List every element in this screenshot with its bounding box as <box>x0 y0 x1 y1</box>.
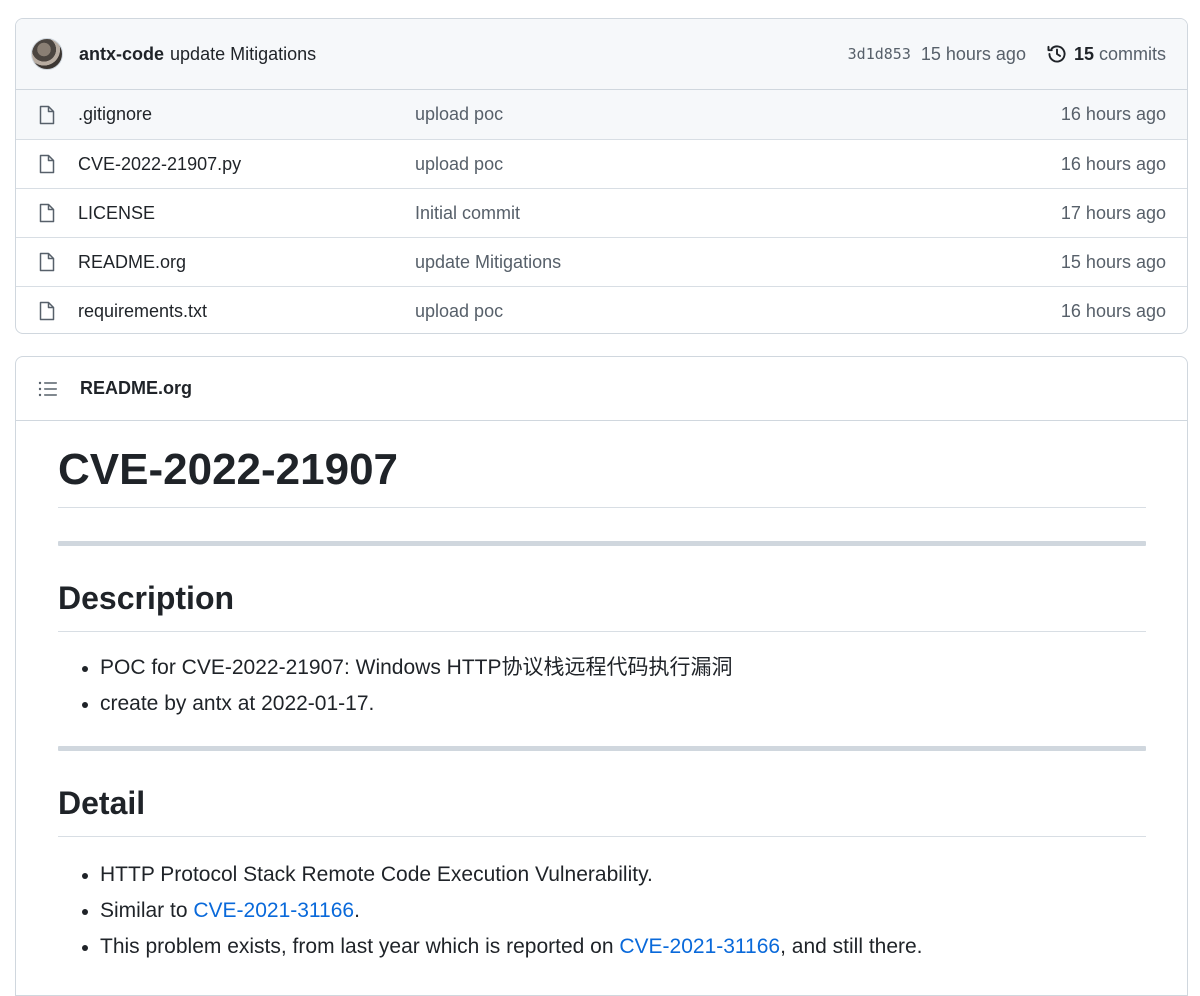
author-avatar[interactable] <box>31 38 63 70</box>
readme-panel: README.org CVE-2022-21907 Description PO… <box>15 356 1188 996</box>
file-age: 15 hours ago <box>1060 251 1166 272</box>
readme-article: CVE-2022-21907 Description POC for CVE-2… <box>58 422 1146 965</box>
file-name-link[interactable]: README.org <box>78 252 415 273</box>
file-name-link[interactable]: CVE-2022-21907.py <box>78 154 415 175</box>
commits-history-link[interactable]: 15 commits <box>1046 43 1166 65</box>
list-item-text: . <box>354 899 360 922</box>
file-commit-link[interactable]: upload poc <box>415 154 1061 175</box>
list-item-text: , and still there. <box>780 935 923 958</box>
file-icon <box>38 105 56 125</box>
file-commit-link[interactable]: update Mitigations <box>415 252 1061 273</box>
file-icon <box>38 203 56 223</box>
file-age: 16 hours ago <box>1060 104 1166 124</box>
file-browser: antx-code update Mitigations 3d1d853 15 … <box>15 18 1188 334</box>
commit-message-link[interactable]: update Mitigations <box>170 44 316 65</box>
file-age: 17 hours ago <box>1060 202 1166 223</box>
readme-filename-link[interactable]: README.org <box>80 378 192 399</box>
readme-header: README.org <box>16 357 1187 421</box>
list-item: Similar to CVE-2021-31166. <box>100 893 1146 929</box>
file-name-link[interactable]: .gitignore <box>78 104 415 125</box>
file-row[interactable]: requirements.txt upload poc 16 hours ago <box>16 286 1187 333</box>
commit-time: 15 hours ago <box>920 43 1026 64</box>
commits-label: commits <box>1099 43 1166 64</box>
cve-2021-31166-link[interactable]: CVE-2021-31166 <box>619 935 780 958</box>
list-item: POC for CVE-2022-21907: Windows HTTP协议栈远… <box>100 650 1146 686</box>
commits-count: 15 <box>1073 43 1094 64</box>
list-item-text: Similar to <box>100 899 194 922</box>
file-row[interactable]: README.org update Mitigations 15 hours a… <box>16 237 1187 286</box>
list-item-text: HTTP Protocol Stack Remote Code Executio… <box>100 863 653 886</box>
list-unordered-icon[interactable] <box>38 381 58 397</box>
file-row[interactable]: LICENSE Initial commit 17 hours ago <box>16 188 1187 237</box>
history-icon <box>1047 45 1066 63</box>
file-icon <box>38 252 56 272</box>
file-icon <box>38 154 56 174</box>
detail-list: HTTP Protocol Stack Remote Code Executio… <box>58 857 1146 965</box>
section-heading-detail: Detail <box>58 785 1146 837</box>
cve-2021-31166-link[interactable]: CVE-2021-31166 <box>193 899 354 922</box>
description-list: POC for CVE-2022-21907: Windows HTTP协议栈远… <box>58 650 1146 722</box>
file-commit-link[interactable]: upload poc <box>415 104 1061 125</box>
file-list: .gitignore upload poc 16 hours ago CVE-2… <box>16 90 1187 333</box>
file-row[interactable]: CVE-2022-21907.py upload poc 16 hours ag… <box>16 139 1187 188</box>
section-heading-description: Description <box>58 580 1146 632</box>
file-commit-link[interactable]: Initial commit <box>415 203 1061 224</box>
file-age: 16 hours ago <box>1060 153 1166 174</box>
file-name-link[interactable]: LICENSE <box>78 203 415 224</box>
file-row[interactable]: .gitignore upload poc 16 hours ago <box>16 90 1187 139</box>
commit-author-link[interactable]: antx-code <box>79 44 164 65</box>
list-item-text: This problem exists, from last year whic… <box>100 935 620 958</box>
page-title: CVE-2022-21907 <box>58 422 1146 508</box>
list-item: HTTP Protocol Stack Remote Code Executio… <box>100 857 1146 893</box>
file-commit-link[interactable]: upload poc <box>415 301 1061 322</box>
list-item: This problem exists, from last year whic… <box>100 929 1146 965</box>
file-icon <box>38 301 56 321</box>
commit-sha-link[interactable]: 3d1d853 <box>848 45 911 63</box>
latest-commit-bar: antx-code update Mitigations 3d1d853 15 … <box>16 19 1187 90</box>
list-item: create by antx at 2022-01-17. <box>100 686 1146 722</box>
file-age: 16 hours ago <box>1060 300 1166 321</box>
file-name-link[interactable]: requirements.txt <box>78 301 415 322</box>
